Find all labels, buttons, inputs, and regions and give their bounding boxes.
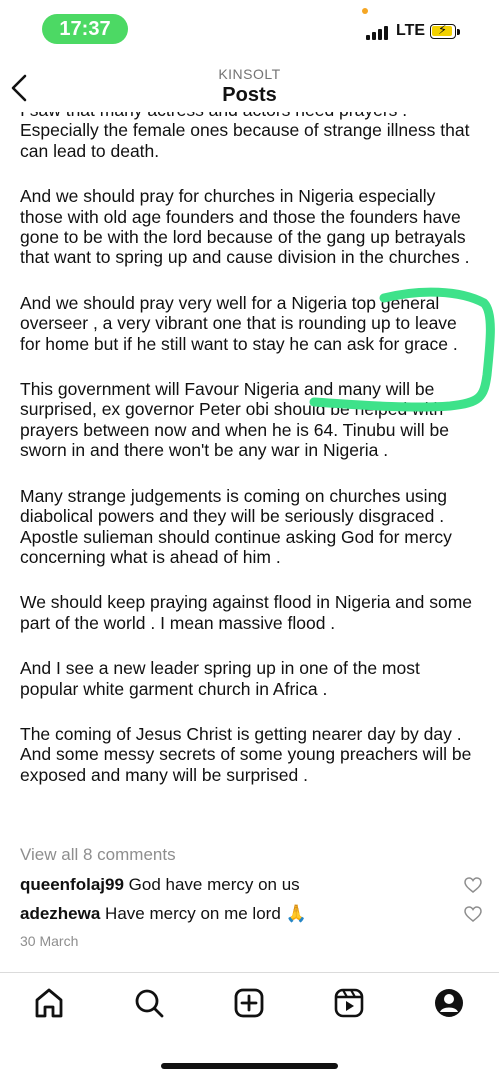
heart-outline-icon[interactable] bbox=[464, 877, 482, 893]
hand-drawn-highlight-mark bbox=[309, 287, 495, 412]
bottom-tab-bar bbox=[0, 985, 499, 1025]
comment-text: God have mercy on us bbox=[128, 875, 300, 894]
home-indicator bbox=[161, 1063, 338, 1069]
comment-username[interactable]: queenfolaj99 bbox=[20, 875, 124, 894]
page-title: Posts bbox=[222, 84, 277, 106]
caption-paragraph: Many strange judgements is coming on chu… bbox=[20, 485, 452, 567]
divider bbox=[0, 972, 499, 973]
search-icon[interactable] bbox=[131, 985, 167, 1021]
comment-text: Have mercy on me lord 🙏 bbox=[105, 904, 307, 923]
profile-icon[interactable] bbox=[431, 985, 467, 1021]
caption-paragraph: And I see a new leader spring up in one … bbox=[20, 658, 420, 699]
network-type: LTE bbox=[396, 22, 426, 39]
plus-square-icon[interactable] bbox=[231, 985, 267, 1021]
post-caption: I saw that many actress and actors need … bbox=[20, 112, 482, 842]
view-all-comments-link[interactable]: View all 8 comments bbox=[20, 845, 176, 865]
heart-outline-icon[interactable] bbox=[464, 906, 482, 922]
comment-row: queenfolaj99 God have mercy on us bbox=[20, 875, 300, 895]
signal-strength-icon bbox=[366, 26, 388, 40]
comment-username[interactable]: adezhewa bbox=[20, 904, 100, 923]
home-icon[interactable] bbox=[31, 985, 67, 1021]
privacy-indicator-dot bbox=[362, 8, 368, 14]
reels-icon[interactable] bbox=[331, 985, 367, 1021]
comment-row: adezhewa Have mercy on me lord 🙏 bbox=[20, 904, 307, 924]
caption-paragraph: We should keep praying against flood in … bbox=[20, 592, 473, 633]
status-time: 17:37 bbox=[42, 14, 128, 44]
header-username[interactable]: KINSOLT bbox=[0, 66, 499, 82]
status-bar: 17:37 LTE ⚡ bbox=[0, 0, 499, 60]
caption-paragraph: I saw that many actress and actors need … bbox=[20, 112, 470, 161]
post-date: 30 March bbox=[20, 933, 79, 949]
battery-icon: ⚡ bbox=[430, 22, 456, 39]
caption-paragraph: The coming of Jesus Christ is getting ne… bbox=[20, 723, 472, 785]
caption-paragraph: And we should pray for churches in Niger… bbox=[20, 186, 470, 268]
post-header: KINSOLT Posts bbox=[0, 60, 499, 110]
battery-cap bbox=[457, 29, 460, 35]
